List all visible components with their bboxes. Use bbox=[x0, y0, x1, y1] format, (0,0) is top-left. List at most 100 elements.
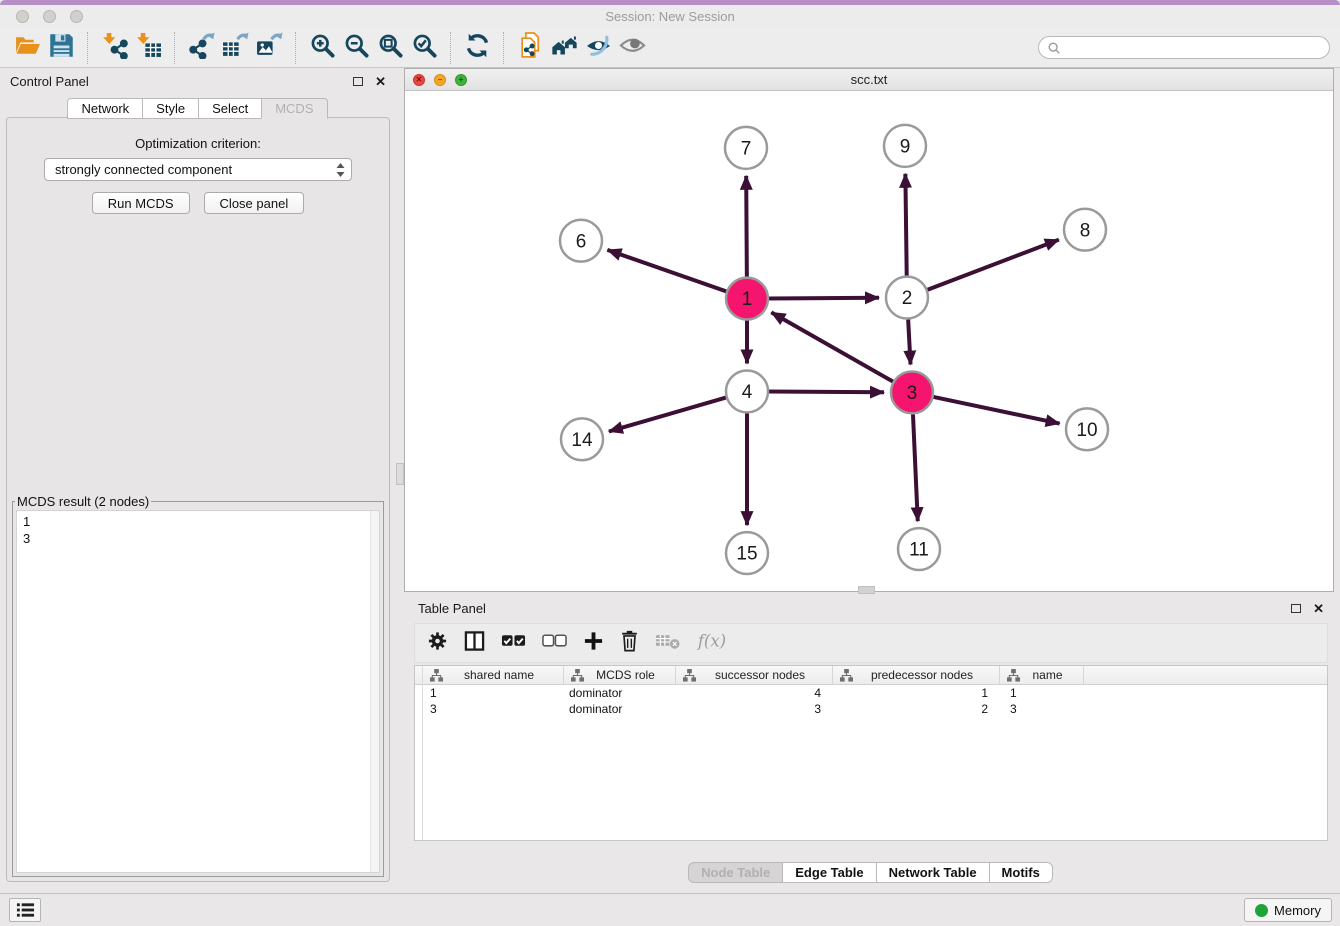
duplicate-network-button[interactable] bbox=[513, 32, 547, 64]
node-6[interactable]: 6 bbox=[560, 220, 602, 262]
table-tab-network-table[interactable]: Network Table bbox=[876, 862, 990, 883]
import-table-button[interactable] bbox=[131, 32, 165, 64]
horizontal-splitter-grip[interactable] bbox=[858, 586, 875, 594]
edge-2-8[interactable] bbox=[928, 240, 1059, 290]
destroy-column-button bbox=[655, 630, 680, 656]
node-14[interactable]: 14 bbox=[561, 418, 603, 460]
node-9[interactable]: 9 bbox=[884, 125, 926, 167]
network-close-button[interactable]: ✕ bbox=[413, 74, 425, 86]
result-scrollbar[interactable] bbox=[370, 511, 379, 872]
network-zoom-button[interactable]: + bbox=[455, 74, 467, 86]
zoom-out-button[interactable] bbox=[339, 32, 373, 64]
refresh-button[interactable] bbox=[460, 32, 494, 64]
zoom-selected-button[interactable] bbox=[407, 32, 441, 64]
float-table-panel-icon[interactable] bbox=[1291, 604, 1301, 613]
edge-1-6[interactable] bbox=[607, 250, 726, 291]
tab-style[interactable]: Style bbox=[142, 98, 199, 119]
node-1[interactable]: 1 bbox=[726, 278, 768, 320]
deselect-all-button[interactable] bbox=[542, 630, 567, 656]
node-label: 4 bbox=[742, 382, 753, 403]
tab-select[interactable]: Select bbox=[198, 98, 262, 119]
add-row-button[interactable] bbox=[583, 630, 604, 656]
save-session-button[interactable] bbox=[44, 32, 78, 64]
edge-1-2[interactable] bbox=[769, 298, 879, 299]
column-header-successor-nodes[interactable]: successor nodes bbox=[676, 666, 833, 684]
edge-3-1[interactable] bbox=[771, 312, 893, 381]
columns-button[interactable] bbox=[464, 630, 485, 656]
cell-predecessor-nodes[interactable]: 1 bbox=[833, 685, 1000, 701]
column-header-mcds-role[interactable]: MCDS role bbox=[564, 666, 676, 684]
hide-graphics-details-button[interactable] bbox=[581, 32, 615, 64]
delete-row-button[interactable] bbox=[620, 630, 639, 656]
splitter-grip[interactable] bbox=[396, 463, 404, 485]
table-row[interactable]: 1dominator411 bbox=[415, 685, 1327, 701]
network-minimize-button[interactable]: − bbox=[434, 74, 446, 86]
float-panel-icon[interactable] bbox=[353, 77, 363, 86]
search-input[interactable] bbox=[1066, 40, 1321, 55]
export-network-button[interactable] bbox=[184, 32, 218, 64]
cell-shared-name[interactable]: 3 bbox=[423, 701, 564, 717]
column-header-shared-name[interactable]: shared name bbox=[423, 666, 564, 684]
toolbar-separator bbox=[503, 32, 504, 64]
mcds-buttons-row: Run MCDS Close panel bbox=[7, 192, 389, 214]
edge-2-9[interactable] bbox=[905, 174, 906, 276]
table-panel: Table Panel ✕ f(x) shared nameMCDS roles… bbox=[408, 595, 1334, 889]
cell-mcds-role[interactable]: dominator bbox=[564, 685, 676, 701]
criterion-dropdown[interactable]: strongly connected component bbox=[44, 158, 352, 181]
open-session-button[interactable] bbox=[10, 32, 44, 64]
cell-shared-name[interactable]: 1 bbox=[423, 685, 564, 701]
edge-4-14[interactable] bbox=[609, 398, 726, 432]
node-4[interactable]: 4 bbox=[726, 370, 768, 412]
settings-button[interactable] bbox=[427, 630, 448, 656]
select-all-button[interactable] bbox=[501, 630, 526, 656]
close-panel-icon[interactable]: ✕ bbox=[375, 75, 386, 88]
cell-mcds-role[interactable]: dominator bbox=[564, 701, 676, 717]
export-table-button[interactable] bbox=[218, 32, 252, 64]
memory-button[interactable]: Memory bbox=[1244, 898, 1332, 922]
cell-predecessor-nodes[interactable]: 2 bbox=[833, 701, 1000, 717]
node-3[interactable]: 3 bbox=[891, 371, 933, 413]
node-10[interactable]: 10 bbox=[1066, 408, 1108, 450]
zoom-in-button[interactable] bbox=[305, 32, 339, 64]
node-7[interactable]: 7 bbox=[725, 127, 767, 169]
toolbar-button-groups bbox=[10, 32, 649, 64]
node-2[interactable]: 2 bbox=[886, 277, 928, 319]
cell-name[interactable]: 3 bbox=[1000, 701, 1084, 717]
column-header-name[interactable]: name bbox=[1000, 666, 1084, 684]
edge-3-10[interactable] bbox=[934, 397, 1060, 424]
vertical-splitter[interactable] bbox=[396, 68, 404, 893]
cell-successor-nodes[interactable]: 3 bbox=[676, 701, 833, 717]
edge-2-3[interactable] bbox=[908, 320, 910, 365]
node-15[interactable]: 15 bbox=[726, 532, 768, 574]
close-table-panel-icon[interactable]: ✕ bbox=[1313, 602, 1324, 615]
edge-1-7[interactable] bbox=[746, 176, 747, 277]
table-tab-motifs[interactable]: Motifs bbox=[989, 862, 1053, 883]
tab-mcds[interactable]: MCDS bbox=[261, 98, 327, 119]
table-row[interactable]: 3dominator323 bbox=[415, 701, 1327, 717]
close-panel-button[interactable]: Close panel bbox=[204, 192, 305, 214]
node-11[interactable]: 11 bbox=[898, 528, 940, 570]
export-image-button[interactable] bbox=[252, 32, 286, 64]
network-canvas[interactable]: 7 9 6 8 1 2 4 3 14 10 15 11 bbox=[405, 91, 1333, 591]
edge-3-11[interactable] bbox=[913, 414, 918, 521]
cell-successor-nodes[interactable]: 4 bbox=[676, 685, 833, 701]
cell-name[interactable]: 1 bbox=[1000, 685, 1084, 701]
table-tab-node-table[interactable]: Node Table bbox=[688, 862, 783, 883]
task-history-button[interactable] bbox=[9, 898, 41, 922]
mcds-result-box[interactable]: 1 3 bbox=[16, 510, 380, 873]
node-label: 6 bbox=[576, 231, 587, 252]
show-graphics-details-button[interactable] bbox=[615, 32, 649, 64]
column-header-predecessor-nodes[interactable]: predecessor nodes bbox=[833, 666, 1000, 684]
node-8[interactable]: 8 bbox=[1064, 209, 1106, 251]
run-mcds-button[interactable]: Run MCDS bbox=[92, 192, 190, 214]
zoom-fit-button[interactable] bbox=[373, 32, 407, 64]
tab-network[interactable]: Network bbox=[67, 98, 143, 119]
import-network-button[interactable] bbox=[97, 32, 131, 64]
refresh-icon bbox=[464, 32, 491, 64]
mcds-result-text: 1 3 bbox=[17, 511, 379, 549]
network-overview-button[interactable] bbox=[547, 32, 581, 64]
edge-4-3[interactable] bbox=[769, 392, 884, 393]
svg-text:f(x): f(x) bbox=[696, 631, 726, 650]
column-type-icon bbox=[683, 669, 696, 682]
table-tab-edge-table[interactable]: Edge Table bbox=[782, 862, 876, 883]
